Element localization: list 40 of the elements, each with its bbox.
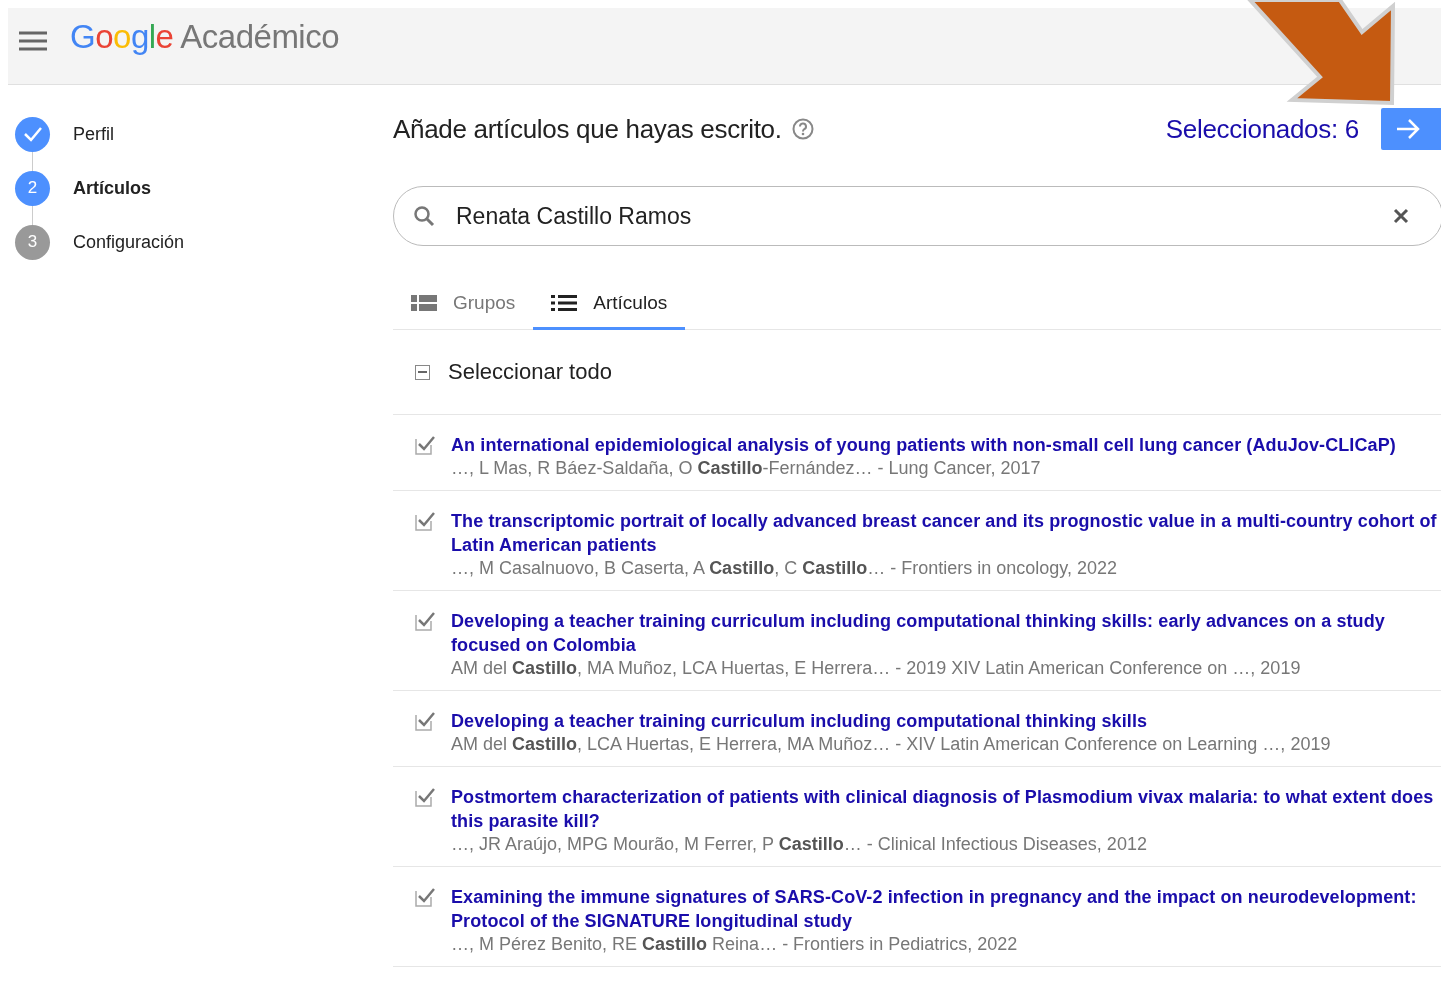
select-all-label[interactable]: Seleccionar todo <box>448 359 612 385</box>
step-label[interactable]: Artículos <box>73 177 151 199</box>
menu-icon[interactable] <box>18 30 48 52</box>
list-icon <box>551 294 578 311</box>
page-heading: Añade artículos que hayas escrito. <box>393 113 782 145</box>
logo[interactable]: Google Académico <box>70 20 340 53</box>
article-authors-source: AM del Castillo, MA Muñoz, LCA Huertas, E Herrera… - 2019 XIV Latin American Conference on …, 2019 <box>451 657 1302 680</box>
article-title-link[interactable]: Postmortem characterization of patients with clinical diagnosis of Plasmodium vivax malaria: to what extent does this parasite kill? <box>451 785 1437 833</box>
article-authors-source: …, JR Araújo, MPG Mourão, M Ferrer, P Castillo… - Clinical Infectious Diseases, 2012 <box>451 833 1148 856</box>
minus-icon <box>418 371 427 373</box>
article-title-link[interactable]: An international epidemiological analysis of young patients with non-small cell lung cancer (AduJov-CLICaP) <box>451 433 1396 457</box>
close-icon <box>1393 208 1409 224</box>
step-label[interactable]: Configuración <box>73 231 185 253</box>
article-checkbox[interactable] <box>415 787 435 807</box>
step-label[interactable]: Perfil <box>73 123 114 145</box>
selected-count: Seleccionados: 6 <box>1165 113 1359 145</box>
search-field[interactable]: Renata Castillo Ramos <box>393 186 1441 246</box>
step-number: 2 <box>15 170 50 206</box>
article-title-link[interactable]: Examining the immune signatures of SARS-CoV-2 infection in pregnancy and the impact on neurodevelopment: Protocol of the SIGNATURE longitudinal study <box>451 885 1437 933</box>
tab[interactable]: Grupos <box>393 278 534 330</box>
arrow-right-icon <box>1395 118 1421 140</box>
grid-list-icon <box>411 294 437 311</box>
article-authors-source: …, M Pérez Benito, RE Castillo Reina… - Frontiers in Pediatrics, 2022 <box>451 933 1019 956</box>
article-checkbox[interactable] <box>415 887 435 907</box>
help-icon[interactable] <box>791 118 814 140</box>
select-all-checkbox[interactable] <box>415 364 430 380</box>
step-number: 3 <box>15 224 50 260</box>
article-title-link[interactable]: Developing a teacher training curriculum including computational thinking skills <box>451 709 1331 733</box>
article-title-link[interactable]: The transcriptomic portrait of locally advanced breast cancer and its prognostic value in a multi-country cohort of Latin American patients <box>451 509 1437 557</box>
article-checkbox[interactable] <box>415 435 435 455</box>
article-checkbox[interactable] <box>415 511 435 531</box>
next-button[interactable] <box>1381 108 1441 150</box>
article-checkbox[interactable] <box>415 611 435 631</box>
tab[interactable]: Artículos <box>533 278 686 330</box>
article-authors-source: …, M Casalnuovo, B Caserta, A Castillo, C Castillo… - Frontiers in oncology, 2022 <box>451 557 1118 580</box>
article-authors-source: …, L Mas, R Báez-Saldaña, O Castillo-Fernández… - Lung Cancer, 2017 <box>451 457 1042 480</box>
article-checkbox[interactable] <box>415 711 435 731</box>
article-authors-source: AM del Castillo, LCA Huertas, E Herrera, MA Muñoz… - XIV Latin American Conference on Learning …, 2019 <box>451 733 1331 756</box>
article-title-link[interactable]: Developing a teacher training curriculum including computational thinking skills: early advances on a study focused on Colombia <box>451 609 1437 657</box>
search-icon <box>413 205 435 227</box>
